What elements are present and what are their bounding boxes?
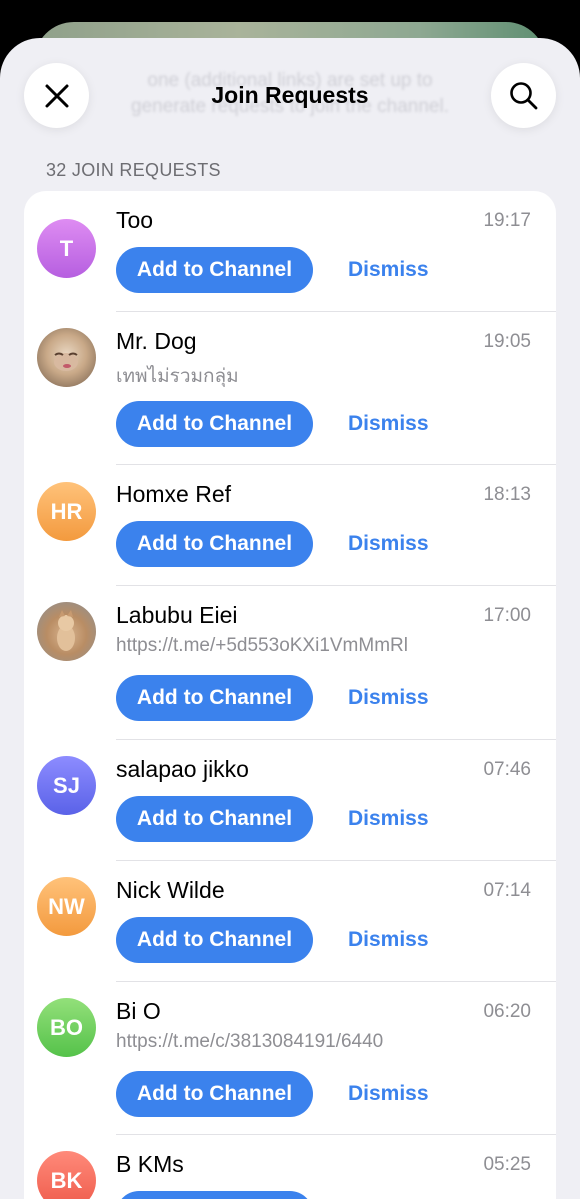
add-to-channel-button[interactable]: Add to Channel [116, 796, 313, 842]
request-time: 19:17 [483, 210, 531, 231]
avatar[interactable]: SJ [37, 756, 96, 815]
add-to-channel-button[interactable]: Add to Channel [116, 917, 313, 963]
dismiss-button[interactable]: Dismiss [348, 675, 429, 721]
dismiss-button[interactable]: Dismiss [348, 521, 429, 567]
list-item: Labubu Eiei 17:00 https://t.me/+5d553oKX… [24, 586, 556, 740]
user-name: Mr. Dog [116, 328, 197, 354]
request-time: 07:14 [483, 880, 531, 901]
search-button[interactable] [491, 63, 556, 128]
dismiss-button[interactable]: Dismiss [348, 917, 429, 963]
add-to-channel-button[interactable]: Add to Channel [116, 675, 313, 721]
list-item: T Too 19:17 Add to Channel Dismiss [24, 191, 556, 312]
avatar[interactable] [37, 602, 96, 661]
request-time: 17:00 [483, 605, 531, 626]
request-time: 06:20 [483, 1001, 531, 1022]
cat-photo-icon [57, 610, 75, 651]
avatar[interactable]: BO [37, 998, 96, 1057]
user-name: Too [116, 207, 154, 233]
request-time: 05:25 [483, 1154, 531, 1175]
add-to-channel-button[interactable]: Add to Channel [116, 1071, 313, 1117]
dismiss-button[interactable]: Dismiss [348, 401, 429, 447]
user-name: salapao jikko [116, 756, 249, 782]
dog-photo-icon [54, 352, 78, 371]
dismiss-button[interactable]: Dismiss [348, 1191, 429, 1199]
list-item: BK B KMs 05:25 Add to Channel Dismiss [24, 1135, 556, 1199]
dismiss-button[interactable]: Dismiss [348, 1071, 429, 1117]
search-icon [509, 81, 537, 109]
avatar[interactable]: BK [37, 1151, 96, 1199]
user-name: Bi O [116, 998, 161, 1024]
section-header: 32 JOIN REQUESTS [46, 160, 221, 180]
list-item: SJ salapao jikko 07:46 Add to Channel Di… [24, 740, 556, 861]
user-name: Homxe Ref [116, 481, 232, 507]
request-time: 07:46 [483, 759, 531, 780]
dismiss-button[interactable]: Dismiss [348, 796, 429, 842]
add-to-channel-button[interactable]: Add to Channel [116, 521, 313, 567]
user-name: Labubu Eiei [116, 602, 238, 628]
user-name: B KMs [116, 1151, 184, 1177]
user-link: https://t.me/+5d553oKXi1VmMmRl [116, 635, 408, 656]
user-link: https://t.me/c/3813084191/6440 [116, 1031, 384, 1052]
add-to-channel-button[interactable]: Add to Channel [116, 1191, 313, 1199]
avatar[interactable]: HR [37, 482, 96, 541]
request-time: 19:05 [483, 331, 531, 352]
join-requests-sheet: one (additional links) are set up to gen… [0, 38, 580, 1199]
user-bio: เทพไม่รวมกลุ่ม [116, 366, 239, 387]
avatar[interactable]: NW [37, 877, 96, 936]
list-item: BO Bi O 06:20 https://t.me/c/3813084191/… [24, 982, 556, 1135]
add-to-channel-button[interactable]: Add to Channel [116, 401, 313, 447]
list-item: Mr. Dog 19:05 เทพไม่รวมกลุ่ม Add to Chan… [24, 312, 556, 465]
dismiss-button[interactable]: Dismiss [348, 247, 429, 293]
list-item: HR Homxe Ref 18:13 Add to Channel Dismis… [24, 465, 556, 586]
user-name: Nick Wilde [116, 877, 225, 903]
avatar[interactable]: T [37, 219, 96, 278]
add-to-channel-button[interactable]: Add to Channel [116, 247, 313, 293]
list-item: NW Nick Wilde 07:14 Add to Channel Dismi… [24, 861, 556, 982]
avatar[interactable] [37, 328, 96, 387]
request-time: 18:13 [483, 484, 531, 505]
join-requests-list: T Too 19:17 Add to Channel Dismiss Mr. D… [24, 191, 556, 1199]
